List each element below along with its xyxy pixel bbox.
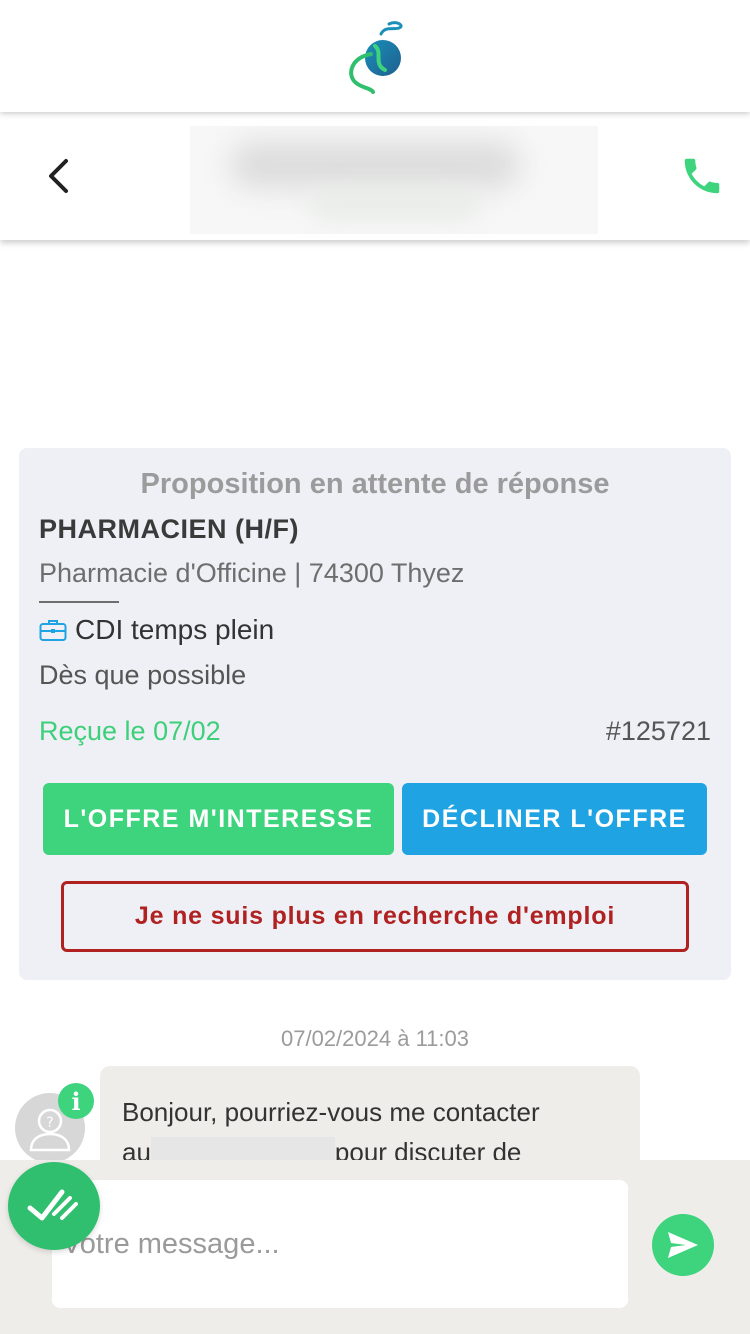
offer-contract-label: CDI temps plein bbox=[75, 614, 275, 645]
interested-button[interactable]: L'OFFRE M'INTERESSE bbox=[43, 783, 394, 855]
message-line: Bonjour, pourriez-vous me contacter bbox=[122, 1097, 540, 1127]
contact-name-redacted bbox=[190, 126, 598, 234]
message-input[interactable] bbox=[52, 1180, 628, 1308]
send-arrow-icon bbox=[668, 1232, 698, 1258]
back-button[interactable] bbox=[36, 154, 80, 198]
phone-icon bbox=[684, 158, 720, 194]
offer-company-location: Pharmacie d'Officine | 74300 Thyez bbox=[39, 558, 465, 588]
divider bbox=[39, 601, 119, 603]
offer-contract-type: CDI temps plein bbox=[39, 614, 274, 646]
info-badge[interactable]: i bbox=[58, 1083, 94, 1119]
offer-reference: #125721 bbox=[605, 716, 711, 746]
app-screen: Proposition en attente de réponse PHARMA… bbox=[0, 0, 750, 1334]
message-composer bbox=[0, 1160, 750, 1334]
decline-offer-button[interactable]: DÉCLINER L'OFFRE bbox=[402, 783, 707, 855]
check-wave-icon bbox=[27, 1189, 78, 1221]
top-bar bbox=[0, 0, 750, 112]
redaction-blur bbox=[230, 142, 520, 188]
offer-status: Proposition en attente de réponse bbox=[140, 468, 610, 500]
svg-text:?: ? bbox=[46, 1115, 53, 1131]
message-timestamp: 07/02/2024 à 11:03 bbox=[281, 1026, 469, 1051]
chevron-left-icon bbox=[49, 159, 68, 193]
seahorse-logo-icon bbox=[345, 18, 405, 94]
call-button[interactable] bbox=[676, 150, 728, 202]
no-longer-searching-button[interactable]: Je ne suis plus en recherche d'emploi bbox=[61, 881, 689, 952]
offer-start-date: Dès que possible bbox=[39, 660, 247, 690]
conversation-header bbox=[0, 114, 750, 240]
redaction-blur bbox=[310, 190, 480, 220]
offer-title: PHARMACIEN (H/F) bbox=[39, 514, 299, 544]
send-button[interactable] bbox=[652, 1214, 714, 1276]
briefcase-icon bbox=[39, 618, 67, 642]
offer-received-date: Reçue le 07/02 bbox=[39, 716, 221, 746]
job-offer-card: Proposition en attente de réponse PHARMA… bbox=[19, 448, 731, 980]
check-wave-button[interactable] bbox=[8, 1162, 100, 1250]
